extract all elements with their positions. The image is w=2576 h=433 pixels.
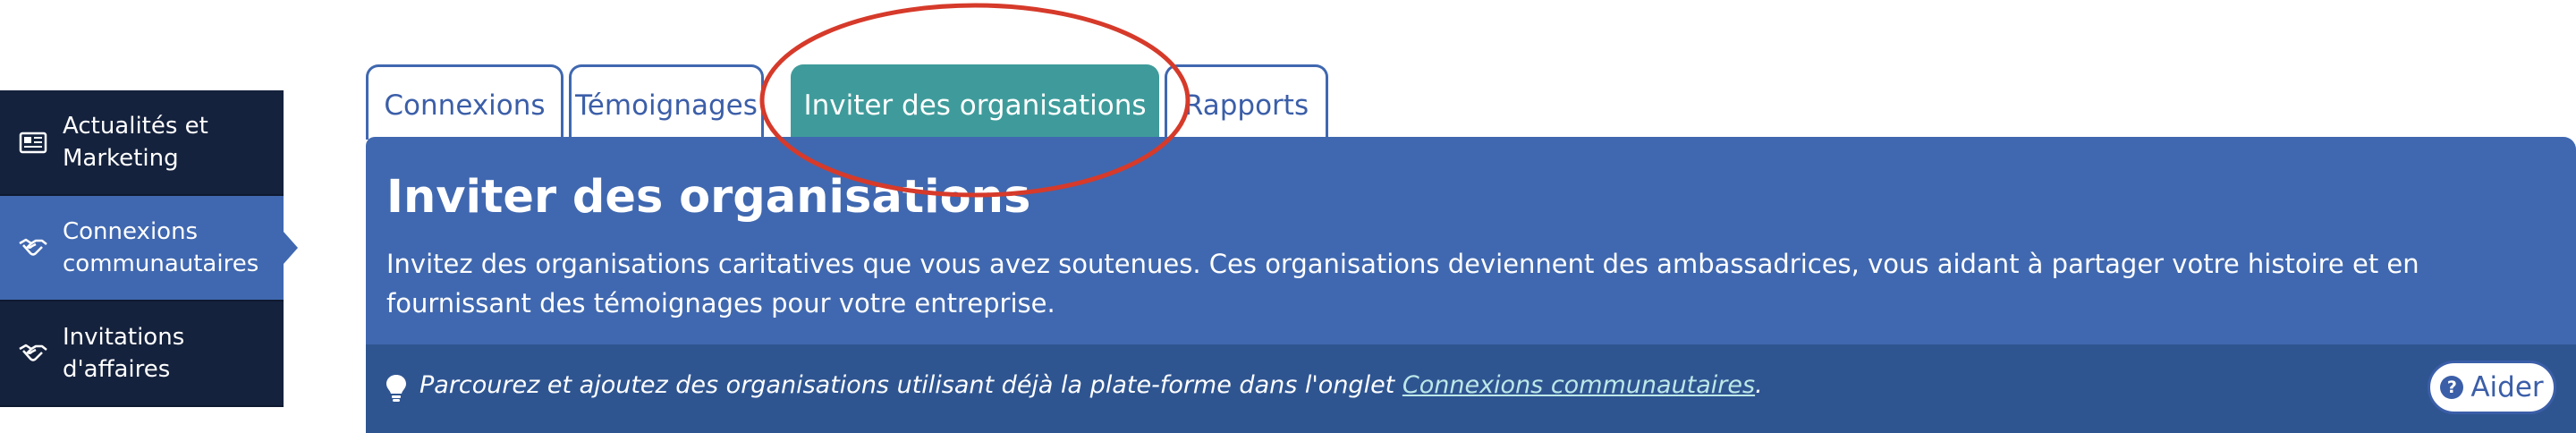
sidebar-item-label: Connexions communautaires — [63, 218, 259, 277]
sidebar-item-label: Invitations d'affaires — [63, 324, 185, 383]
question-circle-icon: ? — [2440, 376, 2464, 399]
info-bar: Parcourez et ajoutez des organisations u… — [366, 344, 2576, 433]
handshake-icon — [19, 344, 47, 361]
info-prefix: Parcourez et ajoutez des organisations u… — [419, 371, 1402, 399]
newspaper-icon — [19, 132, 47, 154]
tab-label: Témoignages — [575, 89, 758, 122]
tab-label: Rapports — [1183, 89, 1309, 122]
sidebar-item-news-marketing[interactable]: Actualités et Marketing — [0, 90, 284, 196]
info-suffix: . — [1755, 371, 1763, 399]
lightbulb-icon — [386, 375, 406, 402]
sidebar-item-community-connections[interactable]: Connexions communautaires — [0, 196, 298, 301]
tab-inviter-organisations[interactable]: Inviter des organisations — [791, 64, 1159, 140]
tab-connexions[interactable]: Connexions — [366, 64, 564, 140]
handshake-icon — [19, 238, 47, 256]
tab-temoignages[interactable]: Témoignages — [569, 64, 764, 140]
help-label: Aider — [2470, 371, 2544, 403]
tab-label: Connexions — [384, 89, 546, 122]
page-title: Inviter des organisations — [386, 171, 1031, 224]
community-connections-link[interactable]: Connexions communautaires — [1402, 371, 1755, 399]
sidebar-item-label: Actualités et Marketing — [63, 113, 208, 172]
sidebar-item-business-invitations[interactable]: Invitations d'affaires — [0, 301, 284, 407]
sidebar: Actualités et Marketing Connexions commu… — [0, 90, 298, 407]
panel-description: Invitez des organisations caritatives qu… — [386, 249, 2419, 318]
tab-label: Inviter des organisations — [803, 89, 1147, 122]
info-text: Parcourez et ajoutez des organisations u… — [419, 371, 1763, 399]
active-indicator-arrow — [284, 232, 298, 264]
invite-organizations-panel: Inviter des organisations Invitez des or… — [366, 137, 2576, 433]
tab-rapports[interactable]: Rapports — [1165, 64, 1328, 140]
help-button[interactable]: ? Aider — [2428, 361, 2556, 414]
